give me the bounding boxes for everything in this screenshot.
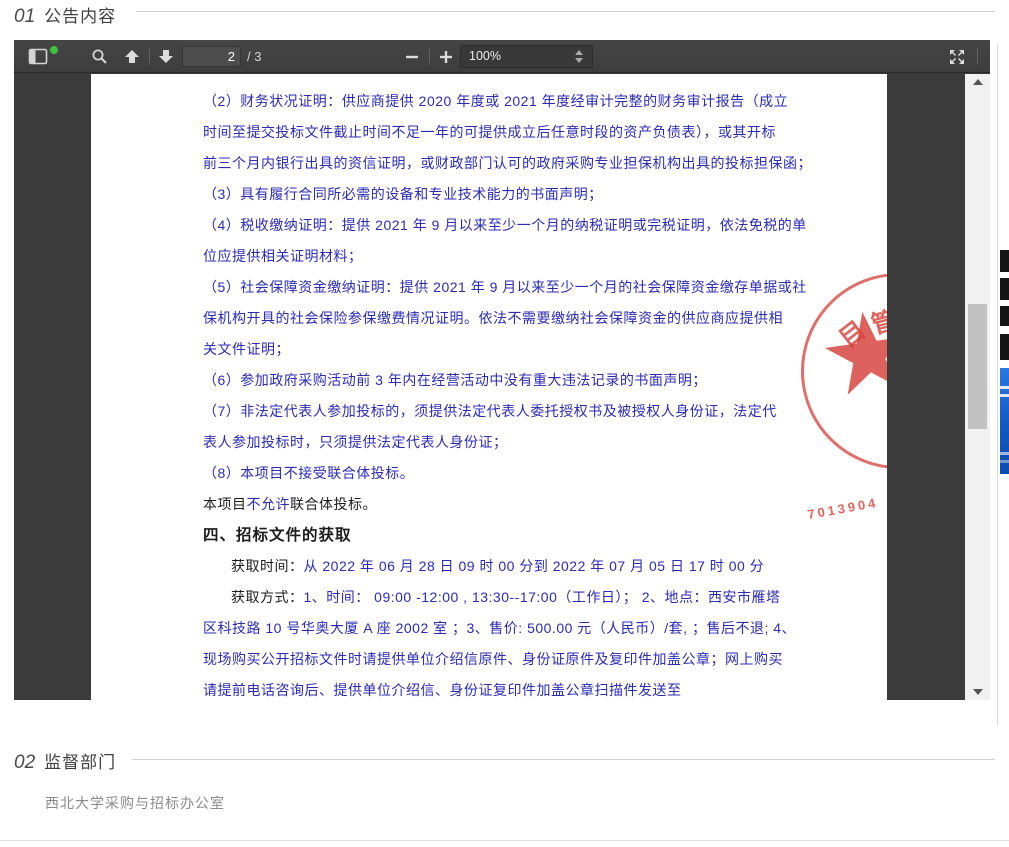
document-line: 现场购买公开招标文件时请提供单位介绍信原件、身份证原件及复印件加盖公章；网上购买: [203, 644, 775, 675]
right-panel-divider: [997, 44, 998, 726]
document-line: 前三个月内银行出具的资信证明，或财政部门认可的政府采购专业担保机构出具的投标担保…: [203, 148, 775, 179]
toolbar-separator: [429, 48, 430, 65]
zoom-in-icon: [439, 50, 453, 64]
zoom-in-button[interactable]: [432, 40, 460, 73]
fullscreen-icon: [949, 49, 965, 65]
page-down-button[interactable]: [152, 40, 180, 73]
document-line: 保机构开具的社会保险参保缴费情况证明。依法不需要缴纳社会保障资金的供应商应提供相: [203, 303, 775, 334]
zoom-out-icon: [405, 50, 419, 64]
section-title: 监督部门: [44, 748, 116, 773]
document-line: 四、招标文件的获取: [203, 520, 775, 551]
document-line: 位应提供相关证明材料；: [203, 241, 775, 272]
page-count-label: / 3: [247, 40, 261, 73]
presentation-mode-button[interactable]: [943, 40, 971, 73]
pdf-page: （2）财务状况证明：供应商提供 2020 年度或 2021 年度经审计完整的财务…: [91, 74, 887, 700]
section-number: 01: [14, 6, 35, 28]
clipped-widget-glyph[interactable]: [1000, 278, 1009, 300]
section-1-rule: [136, 11, 995, 12]
notification-dot: [50, 46, 58, 54]
zoom-level-value: 100%: [469, 49, 501, 63]
scroll-down-arrow[interactable]: [965, 684, 990, 700]
section-title: 公告内容: [44, 2, 116, 27]
bottom-divider: [0, 840, 1009, 841]
document-line: 获取方式：1、时间： 09:00 -12:00 , 13:30--17:00（工…: [203, 582, 775, 613]
clipped-widget-glyph[interactable]: [1000, 334, 1009, 360]
section-number: 02: [14, 752, 35, 774]
section-2-rule: [132, 759, 995, 760]
scroll-up-arrow[interactable]: [965, 74, 990, 90]
page-up-icon: [124, 49, 140, 64]
seal-serial-number: 7013904: [806, 495, 879, 522]
document-line: （4）税收缴纳证明：提供 2021 年 9 月以来至少一个月的纳税证明或完税证明…: [203, 210, 775, 241]
pdf-viewer-body: （2）财务状况证明：供应商提供 2020 年度或 2021 年度经审计完整的财务…: [14, 74, 990, 700]
zoom-level-select[interactable]: 100%: [460, 45, 593, 68]
document-line: （7）非法定代表人参加投标的，须提供法定代表人委托授权书及被授权人身份证，法定代: [203, 396, 775, 427]
page-up-button[interactable]: [118, 40, 146, 73]
toggle-sidebar-button[interactable]: [22, 40, 54, 73]
red-seal-stamp: 目 管 理 ★ 7013904: [791, 269, 887, 489]
seal-arc-text: 管: [867, 301, 887, 342]
toolbar-separator: [149, 48, 150, 65]
document-line: （3）具有履行合同所必需的设备和专业技术能力的书面声明；: [203, 179, 775, 210]
document-line: （2）财务状况证明：供应商提供 2020 年度或 2021 年度经审计完整的财务…: [203, 86, 775, 117]
supervision-department-name: 西北大学采购与招标办公室: [45, 793, 225, 813]
document-line: 区科技路 10 号华奥大厦 A 座 2002 室 ；3、售价: 500.00 元…: [203, 613, 775, 644]
document-line: （6）参加政府采购活动前 3 年内在经营活动中没有重大违法记录的书面声明；: [203, 365, 775, 396]
document-line: （8）本项目不接受联合体投标。: [203, 458, 775, 489]
document-line: 获取时间：从 2022 年 06 月 28 日 09 时 00 分到 2022 …: [203, 551, 775, 582]
section-2-header: 02 监督部门: [14, 748, 116, 774]
seal-arc-text: 目: [831, 311, 873, 355]
pdf-scrollbar[interactable]: [965, 74, 990, 700]
pdf-toolbar: / 3 100%: [14, 40, 990, 73]
clipped-side-button[interactable]: [1000, 368, 1009, 474]
document-text: （2）财务状况证明：供应商提供 2020 年度或 2021 年度经审计完整的财务…: [203, 86, 775, 700]
select-spinner-icon: [575, 50, 584, 63]
page-number-input[interactable]: [182, 46, 241, 67]
document-line: 本项目不允许联合体投标。: [203, 489, 775, 520]
clipped-widget-glyph[interactable]: [1000, 250, 1009, 272]
search-icon: [91, 48, 108, 65]
zoom-out-button[interactable]: [398, 40, 426, 73]
page-down-icon: [158, 49, 174, 64]
clipped-widget-glyph[interactable]: [1000, 306, 1009, 326]
scrollbar-thumb[interactable]: [968, 304, 987, 429]
document-line: 关文件证明；: [203, 334, 775, 365]
seal-star-icon: ★: [812, 293, 887, 416]
toolbar-separator: [977, 48, 978, 65]
sidebar-toggle-icon: [28, 48, 48, 65]
search-button[interactable]: [85, 40, 113, 73]
section-1-header: 01 公告内容: [14, 2, 116, 28]
document-line: （5）社会保障资金缴纳证明：提供 2021 年 9 月以来至少一个月的社会保障资…: [203, 272, 775, 303]
pdf-viewer: / 3 100%: [14, 40, 990, 700]
seal-circle: [801, 273, 887, 469]
document-line: 表人参加投标时，只须提供法定代表人身份证；: [203, 427, 775, 458]
document-line: 请提前电话咨询后、提供单位介绍信、身份证复印件加盖公章扫描件发送至: [203, 675, 775, 700]
document-line: 时间至提交投标文件截止时间不足一年的可提供成立后任意时段的资产负债表），或其开标: [203, 117, 775, 148]
